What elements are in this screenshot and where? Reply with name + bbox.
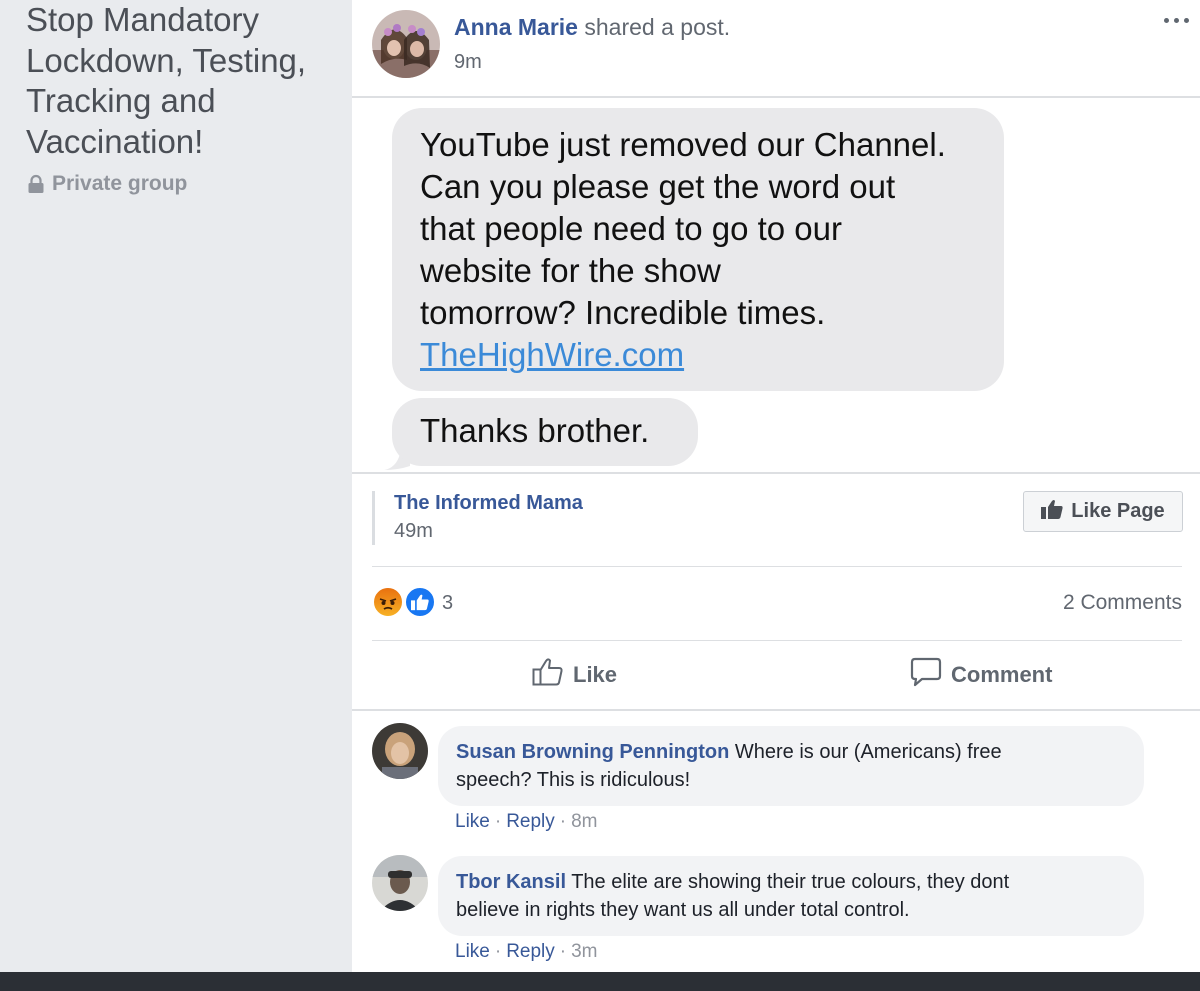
comment-label: Comment (951, 662, 1053, 687)
thumbs-up-outline-icon (532, 657, 564, 693)
post-card: Anna Marie shared a post. 9m YouTube jus… (352, 0, 1200, 972)
image-divider (352, 472, 1200, 474)
comment-bubble: Susan Browning Pennington Where is our (… (438, 726, 1144, 806)
bottom-chat-bar (0, 972, 1200, 991)
angry-reaction-icon[interactable] (372, 586, 404, 618)
group-title-line: Vaccination! (26, 122, 204, 160)
group-title-line: Lockdown, Testing, (26, 41, 307, 79)
comment-time[interactable]: 3m (571, 941, 597, 962)
actions-divider (352, 709, 1200, 711)
comment-meta: Like · Reply · 3m (455, 941, 598, 963)
reply-bubble: Thanks brother. (392, 398, 698, 466)
like-page-label: Like Page (1071, 500, 1165, 522)
like-reaction-icon[interactable] (404, 586, 436, 618)
like-label: Like (573, 662, 618, 687)
author-avatar[interactable] (372, 10, 440, 78)
comment-bubble-icon (910, 657, 942, 693)
message-line: YouTube just removed our Channel. (420, 126, 946, 163)
group-sidebar: Stop Mandatory Lockdown, Testing, Tracki… (0, 0, 352, 972)
comment-text-line: Tbor Kansil The elite are showing their … (456, 868, 1124, 896)
comment-meta: Like · Reply · 8m (455, 811, 598, 833)
group-title-line: Stop Mandatory (26, 1, 259, 38)
comment-text: The elite are showing their true colours… (566, 871, 1010, 893)
group-title-line: Tracking and (26, 82, 216, 119)
page-divider (372, 566, 1182, 567)
shared-page-name[interactable]: The Informed Mama (394, 492, 583, 515)
message-bubble: YouTube just removed our Channel. Can yo… (392, 108, 1004, 391)
commenter-avatar[interactable] (372, 723, 428, 779)
group-privacy: Private group (27, 171, 187, 197)
reaction-count[interactable]: 3 (442, 592, 453, 615)
post-timestamp[interactable]: 9m (454, 51, 482, 74)
comment-text: speech? This is ridiculous! (456, 769, 691, 791)
reactions-divider (372, 640, 1182, 641)
more-options-icon[interactable] (1158, 6, 1194, 34)
lock-icon (27, 174, 45, 194)
message-line: Can you please get the word out (420, 168, 896, 205)
separator-dot: · (494, 811, 502, 832)
comment-text-line: Susan Browning Pennington Where is our (… (456, 738, 1124, 766)
shared-page-bar (372, 491, 375, 545)
comment-reply-link[interactable]: Reply (506, 811, 555, 832)
message-line: tomorrow? Incredible times. (420, 294, 826, 331)
comment-author[interactable]: Susan Browning Pennington (456, 741, 729, 763)
comment-like-link[interactable]: Like (455, 811, 490, 832)
comment-button[interactable]: Comment (910, 656, 1052, 694)
message-line: that people need to go to our (420, 210, 843, 247)
header-divider (352, 96, 1200, 98)
comment-like-link[interactable]: Like (455, 941, 490, 962)
post-author-name[interactable]: Anna Marie (454, 14, 578, 40)
post-action-text: shared a post. (577, 14, 731, 40)
separator-dot: · (559, 941, 567, 962)
comment-time[interactable]: 8m (571, 811, 597, 832)
like-page-button[interactable]: Like Page (1023, 491, 1183, 532)
separator-dot: · (559, 811, 567, 832)
separator-dot: · (494, 941, 502, 962)
comment-text: believe in rights they want us all under… (456, 899, 910, 921)
comment-author[interactable]: Tbor Kansil (456, 871, 566, 893)
privacy-label: Private group (52, 172, 188, 195)
comment-reply-link[interactable]: Reply (506, 941, 555, 962)
like-button[interactable]: Like (532, 656, 617, 694)
comment-bubble: Tbor Kansil The elite are showing their … (438, 856, 1144, 936)
comments-count-link[interactable]: 2 Comments (1063, 591, 1182, 615)
thumbs-up-icon (1041, 499, 1063, 525)
group-title[interactable]: Stop Mandatory Lockdown, Testing, Tracki… (26, 0, 346, 162)
message-link: TheHighWire.com (420, 336, 685, 373)
shared-page-time[interactable]: 49m (394, 520, 433, 543)
message-line: website for the show (420, 252, 721, 289)
post-author-line: Anna Marie shared a post. (454, 14, 730, 41)
commenter-avatar[interactable] (372, 855, 428, 911)
comment-text: Where is our (Americans) free (729, 741, 1002, 763)
